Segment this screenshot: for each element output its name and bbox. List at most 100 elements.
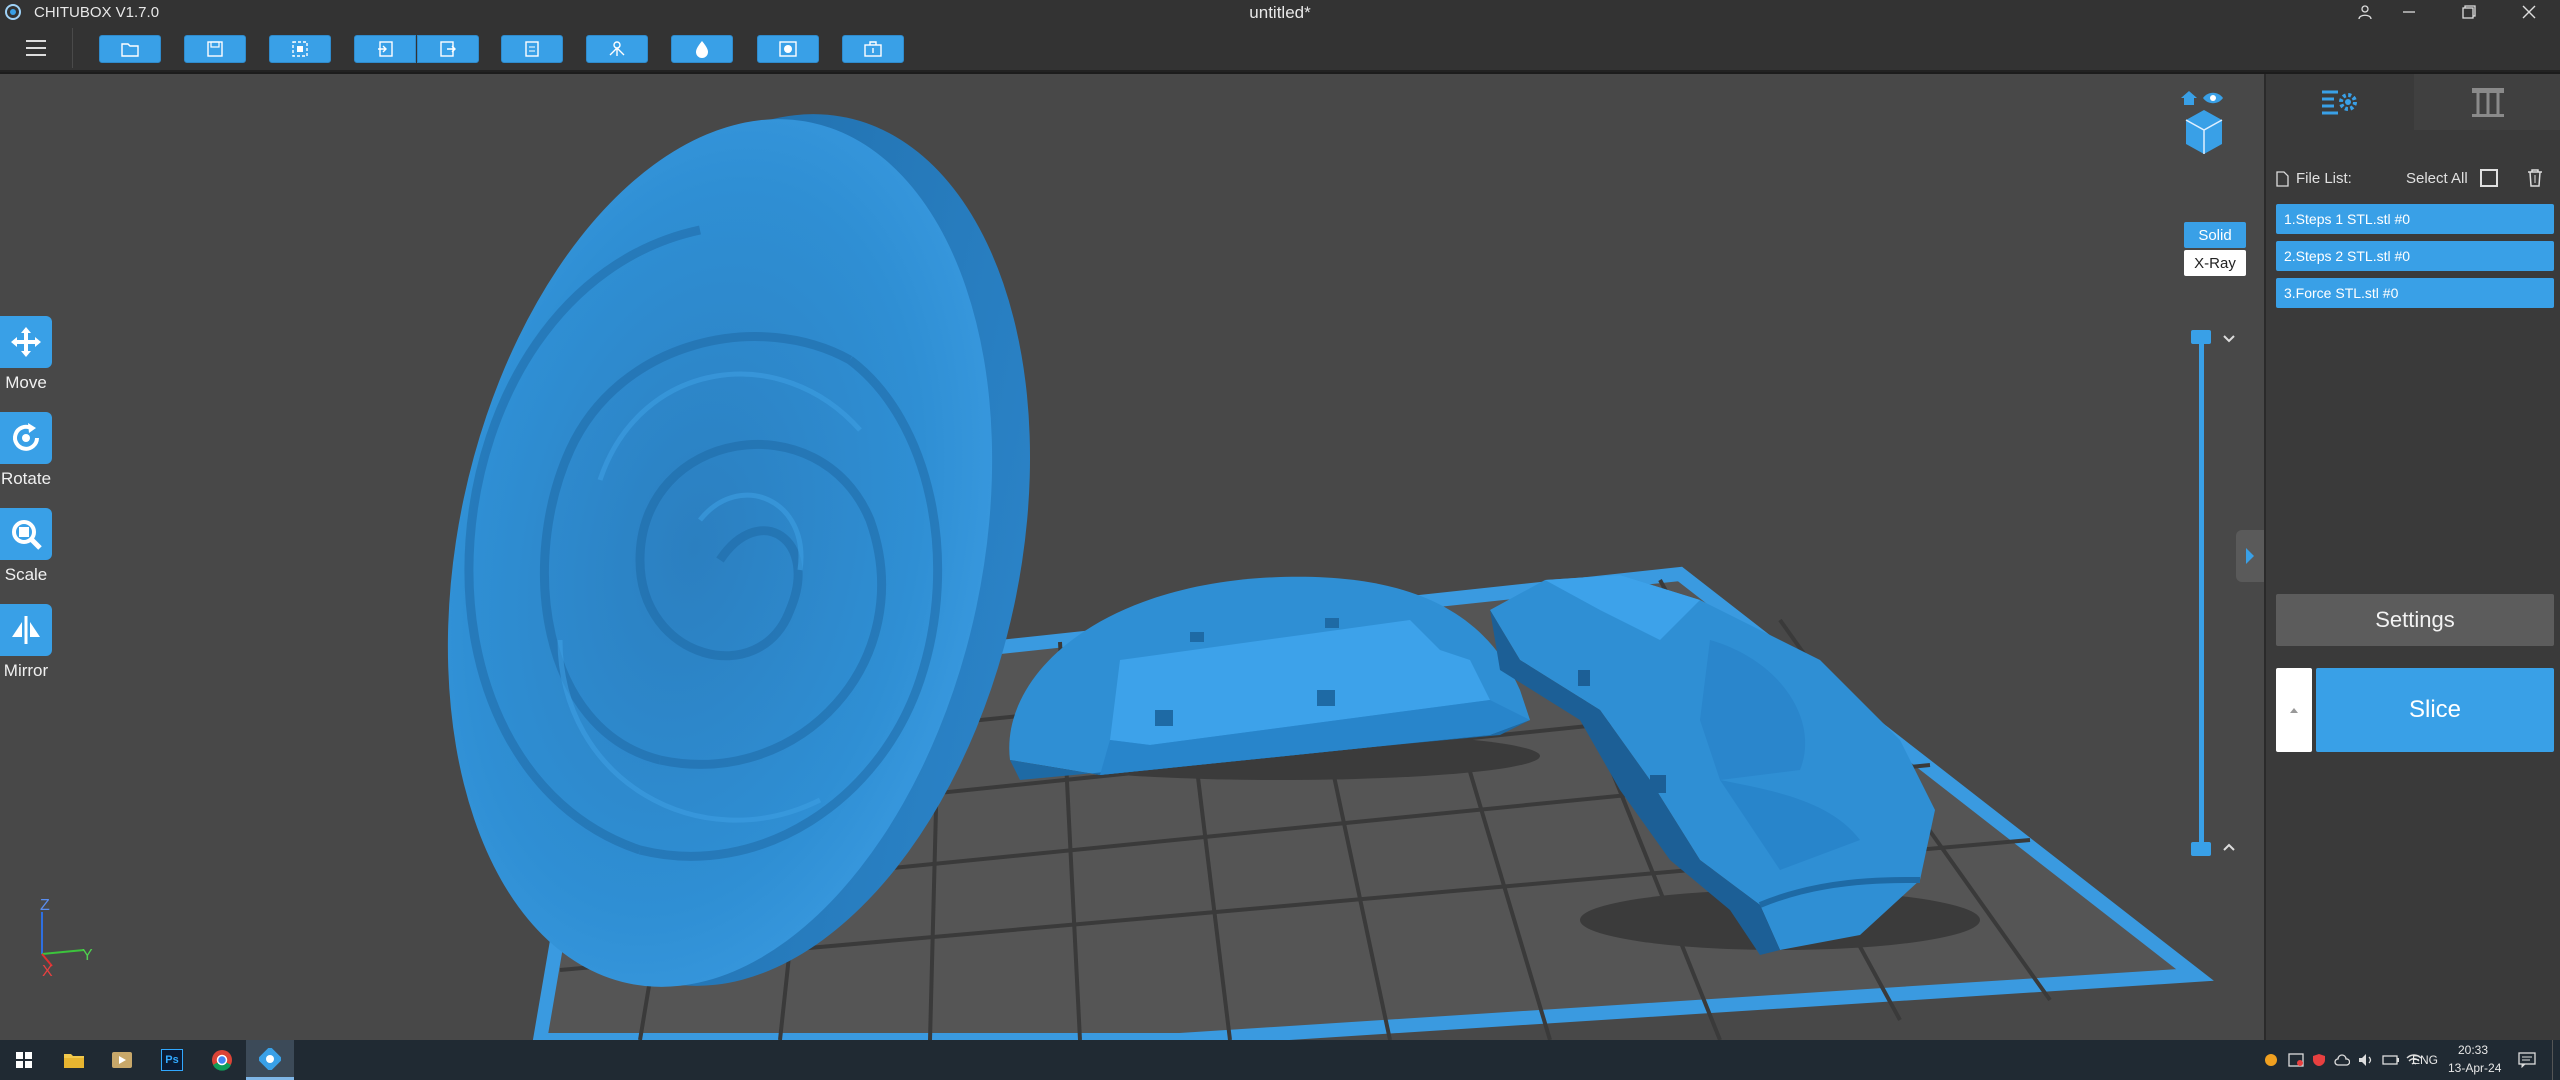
select-button[interactable] [269, 35, 331, 63]
hollow-icon [696, 41, 708, 58]
home-view-icon[interactable] [2180, 90, 2198, 106]
file-list-item[interactable]: 1.Steps 1 STL.stl #0 [2276, 204, 2554, 234]
edit-button[interactable] [501, 35, 563, 63]
select-all-label[interactable]: Select All [2406, 170, 2468, 187]
document-title: untitled* [1249, 3, 1311, 22]
taskbar-photoshop[interactable]: Ps [148, 1040, 196, 1080]
tool-move[interactable]: Move [0, 316, 52, 393]
axis-x-label: X [42, 963, 53, 980]
tab-model-settings[interactable] [2266, 74, 2414, 130]
orientation-cube-icon[interactable] [2184, 108, 2224, 156]
mirror-button[interactable] [0, 604, 52, 656]
start-button[interactable] [0, 1040, 48, 1080]
xray-view-button[interactable]: X-Ray [2184, 250, 2246, 276]
scale-label: Scale [4, 565, 48, 584]
media-player-icon [112, 1052, 132, 1068]
move-icon [11, 327, 41, 357]
mirror-label: Mirror [3, 661, 49, 680]
tool-rotate[interactable]: Rotate [0, 412, 52, 489]
file-list-item[interactable]: 3.Force STL.stl #0 [2276, 278, 2554, 308]
tray-network-status-icon[interactable] [2288, 1053, 2304, 1067]
clock-date[interactable]: 13-Apr-24 [2448, 1061, 2501, 1075]
model-settings-icon [2322, 90, 2357, 115]
move-button[interactable] [0, 316, 52, 368]
clock-time[interactable]: 20:33 [2458, 1043, 2488, 1057]
hamburger-menu-icon[interactable] [24, 38, 48, 58]
open-file-button[interactable] [99, 35, 161, 63]
select-all-checkbox[interactable] [2480, 169, 2498, 187]
3d-viewport[interactable]: Move Rotate Scale Mirror Z Y X [0, 74, 2264, 1040]
taskbar-chrome[interactable] [198, 1040, 246, 1080]
restore-icon [2462, 5, 2476, 19]
file-icon [2276, 171, 2289, 187]
solid-view-button[interactable]: Solid [2184, 222, 2246, 248]
slice-options-button[interactable] [2276, 668, 2312, 752]
close-button[interactable] [2506, 0, 2552, 24]
panel-collapse-tab[interactable] [2236, 530, 2264, 582]
tray-security-icon[interactable] [2312, 1053, 2326, 1067]
visibility-eye-icon[interactable] [2202, 91, 2224, 105]
dig-hole-button[interactable] [757, 35, 819, 63]
chevron-down-icon[interactable] [2222, 334, 2236, 344]
minimize-button[interactable] [2386, 0, 2432, 24]
file-explorer-icon [64, 1054, 84, 1068]
tab-supports[interactable] [2414, 74, 2560, 130]
move-label: Move [5, 373, 47, 392]
close-icon [2522, 5, 2536, 19]
hollow-button[interactable] [671, 35, 733, 63]
rotate-button[interactable] [0, 412, 52, 464]
auto-layout-button[interactable] [842, 35, 904, 63]
taskbar-media-player[interactable] [98, 1040, 146, 1080]
taskbar-chitubox[interactable] [246, 1040, 294, 1080]
tool-scale[interactable]: Scale [0, 508, 52, 585]
layer-slider-bottom-handle[interactable] [2191, 842, 2211, 856]
save-button[interactable] [184, 35, 246, 63]
file-list-label: File List: [2296, 170, 2352, 187]
import-button[interactable] [354, 35, 416, 63]
slice-button[interactable]: Slice [2316, 668, 2554, 752]
open-file-icon [121, 43, 139, 57]
chrome-icon [212, 1050, 232, 1071]
dig-hole-icon [779, 41, 797, 57]
chitubox-logo-icon [5, 4, 21, 20]
minimize-icon [2403, 11, 2415, 13]
rotate-label: Rotate [0, 469, 52, 488]
main-toolbar [0, 24, 2560, 72]
supports-button[interactable] [586, 35, 648, 63]
layer-slider-top-handle[interactable] [2191, 330, 2211, 344]
tool-mirror[interactable]: Mirror [0, 604, 52, 681]
delete-icon[interactable] [2526, 168, 2544, 188]
language-indicator[interactable]: ENG [2412, 1053, 2438, 1067]
windows-taskbar: Ps ENG 20:33 13-Apr-24 [0, 1040, 2560, 1080]
axis-indicator: Z Y X [40, 897, 93, 980]
tray-app-icon[interactable] [2264, 1053, 2278, 1067]
select-icon [292, 41, 308, 57]
tray-onedrive-icon[interactable] [2334, 1054, 2350, 1066]
supports-tab-icon [2472, 88, 2504, 117]
taskbar-file-explorer[interactable] [50, 1040, 98, 1080]
import-icon [378, 41, 393, 57]
app-name: CHITUBOX V1.7.0 [34, 4, 160, 21]
restore-button[interactable] [2446, 0, 2492, 24]
export-icon [440, 41, 456, 57]
chevron-up-icon[interactable] [2222, 842, 2236, 852]
chitubox-icon [259, 1047, 281, 1070]
account-icon [2358, 5, 2372, 19]
edit-icon [525, 41, 539, 57]
settings-button[interactable]: Settings [2276, 594, 2554, 646]
view-cube[interactable] [2176, 90, 2228, 162]
layer-slider-track[interactable] [2199, 334, 2204, 848]
file-list-item[interactable]: 2.Steps 2 STL.stl #0 [2276, 241, 2554, 271]
show-desktop-button[interactable] [2552, 1040, 2560, 1080]
scene-render [447, 114, 2214, 1040]
tray-battery-icon[interactable] [2382, 1054, 2400, 1066]
axis-y-label: Y [82, 947, 93, 964]
account-button[interactable] [2342, 0, 2388, 24]
scale-button[interactable] [0, 508, 52, 560]
supports-icon [609, 41, 625, 56]
notification-icon[interactable] [2518, 1052, 2536, 1068]
tray-volume-icon[interactable] [2358, 1053, 2374, 1067]
rotate-icon [13, 423, 39, 451]
toolbar-divider [72, 28, 73, 68]
export-button[interactable] [417, 35, 479, 63]
